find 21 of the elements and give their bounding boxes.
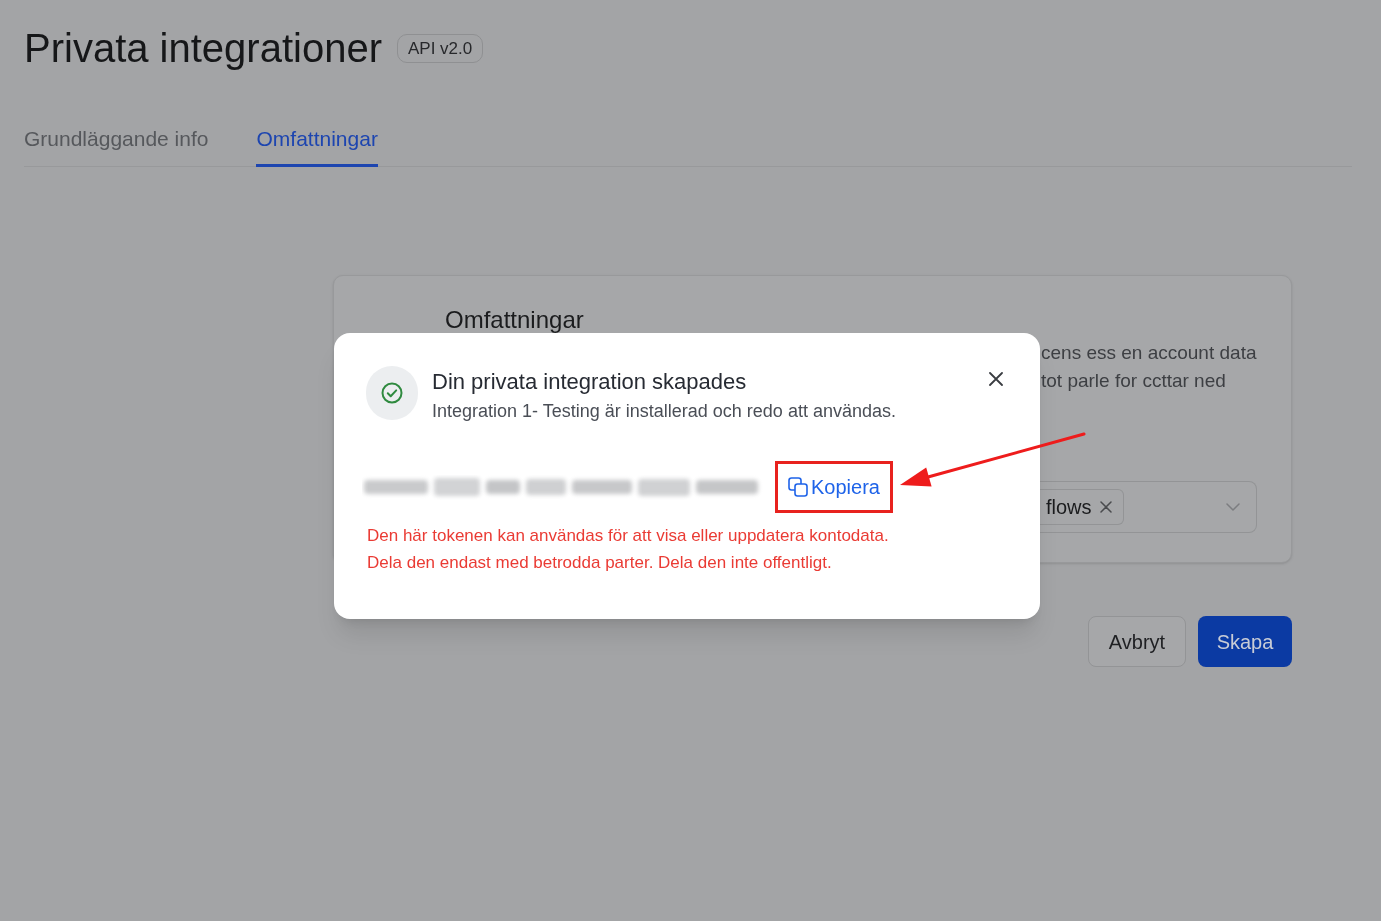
- success-check-icon: [366, 366, 418, 420]
- create-button[interactable]: Skapa: [1198, 616, 1292, 667]
- dialog-title: Din privata integration skapades: [432, 368, 747, 396]
- copy-button[interactable]: Kopiera: [783, 470, 885, 504]
- dialog-message: Integration 1- Testing är installerad och redo att användas.: [432, 400, 896, 423]
- chevron-down-icon: [1226, 503, 1240, 511]
- tab[interactable]: Omfattningar: [256, 125, 378, 167]
- page-title: Privata integrationer: [24, 25, 382, 72]
- scope-description: tot parle for ccttar ned: [1041, 369, 1226, 393]
- close-icon: [989, 372, 1003, 386]
- scope-select[interactable]: flows: [1040, 481, 1257, 533]
- card-heading: Omfattningar: [445, 305, 584, 335]
- close-button[interactable]: [987, 370, 1005, 388]
- warning-text: Dela den endast med betrodda parter. Dela den inte offentligt.: [367, 552, 832, 574]
- remove-icon[interactable]: [1099, 501, 1112, 513]
- warning-text: Den här tokenen kan användas för att visa eller uppdatera kontodata.: [367, 525, 889, 547]
- cancel-button[interactable]: Avbryt: [1088, 616, 1186, 667]
- chip-label: flows: [1046, 495, 1092, 520]
- copy-icon: [788, 477, 808, 497]
- version-badge: API v2.0: [396, 33, 484, 63]
- scope-description: cens ess en account data: [1041, 341, 1257, 365]
